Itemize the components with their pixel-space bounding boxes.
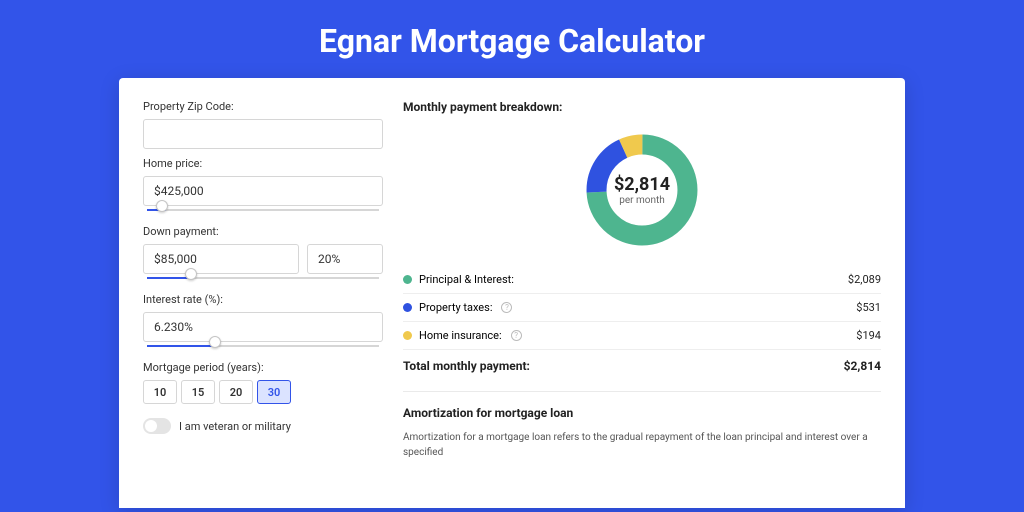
down-payment-amount-input[interactable] [143,244,299,274]
down-payment-label: Down payment: [143,225,383,238]
period-button-15[interactable]: 15 [181,380,215,404]
interest-input[interactable] [143,312,383,342]
columns: Property Zip Code: Home price: Down paym… [143,100,881,460]
down-payment-group: Down payment: [143,225,383,283]
period-group: Mortgage period (years): 10152030 [143,361,383,404]
donut-center: $2,814 per month [582,130,702,250]
veteran-toggle[interactable] [143,418,171,434]
legend-label: Property taxes: [419,301,492,314]
zip-group: Property Zip Code: [143,100,383,149]
breakdown-title: Monthly payment breakdown: [403,100,881,114]
toggle-knob-icon [145,420,157,432]
home-price-slider[interactable] [143,205,383,215]
breakdown-panel: Monthly payment breakdown: $2,814 per mo… [403,100,881,460]
home-price-input[interactable] [143,176,383,206]
zip-label: Property Zip Code: [143,100,383,113]
total-value: $2,814 [844,359,881,373]
info-icon[interactable]: ? [511,330,522,341]
donut-sublabel: per month [619,195,665,206]
legend-row: Property taxes:? $531 [403,294,881,322]
down-payment-percent-input[interactable] [307,244,383,274]
home-price-group: Home price: [143,157,383,215]
period-label: Mortgage period (years): [143,361,383,374]
page-root: Egnar Mortgage Calculator Property Zip C… [0,0,1024,512]
amortization-title: Amortization for mortgage loan [403,406,881,420]
donut-amount: $2,814 [614,174,670,195]
legend-row: Home insurance:? $194 [403,322,881,350]
donut-chart: $2,814 per month [403,124,881,266]
interest-group: Interest rate (%): [143,293,383,351]
zip-input[interactable] [143,119,383,149]
legend-value: $194 [856,329,881,342]
interest-slider[interactable] [143,341,383,351]
legend-value: $2,089 [848,273,881,286]
calculator-card: Property Zip Code: Home price: Down paym… [119,78,905,508]
legend-label: Principal & Interest: [419,273,514,286]
veteran-label: I am veteran or military [179,420,291,433]
total-label: Total monthly payment: [403,359,530,373]
page-title: Egnar Mortgage Calculator [0,0,1024,78]
legend-value: $531 [856,301,881,314]
form-panel: Property Zip Code: Home price: Down paym… [143,100,383,460]
amortization-text: Amortization for a mortgage loan refers … [403,430,881,460]
home-price-label: Home price: [143,157,383,170]
period-button-30[interactable]: 30 [257,380,291,404]
legend-dot-icon [403,303,412,312]
info-icon[interactable]: ? [501,302,512,313]
amortization-section: Amortization for mortgage loan Amortizat… [403,391,881,460]
legend-label: Home insurance: [419,329,502,342]
interest-label: Interest rate (%): [143,293,383,306]
legend-dot-icon [403,275,412,284]
total-row: Total monthly payment: $2,814 [403,350,881,385]
period-button-10[interactable]: 10 [143,380,177,404]
legend-row: Principal & Interest: $2,089 [403,266,881,294]
period-buttons: 10152030 [143,380,383,404]
veteran-row: I am veteran or military [143,418,383,434]
period-button-20[interactable]: 20 [219,380,253,404]
legend-list: Principal & Interest: $2,089 Property taxe… [403,266,881,350]
legend-dot-icon [403,331,412,340]
down-payment-slider[interactable] [143,273,383,283]
